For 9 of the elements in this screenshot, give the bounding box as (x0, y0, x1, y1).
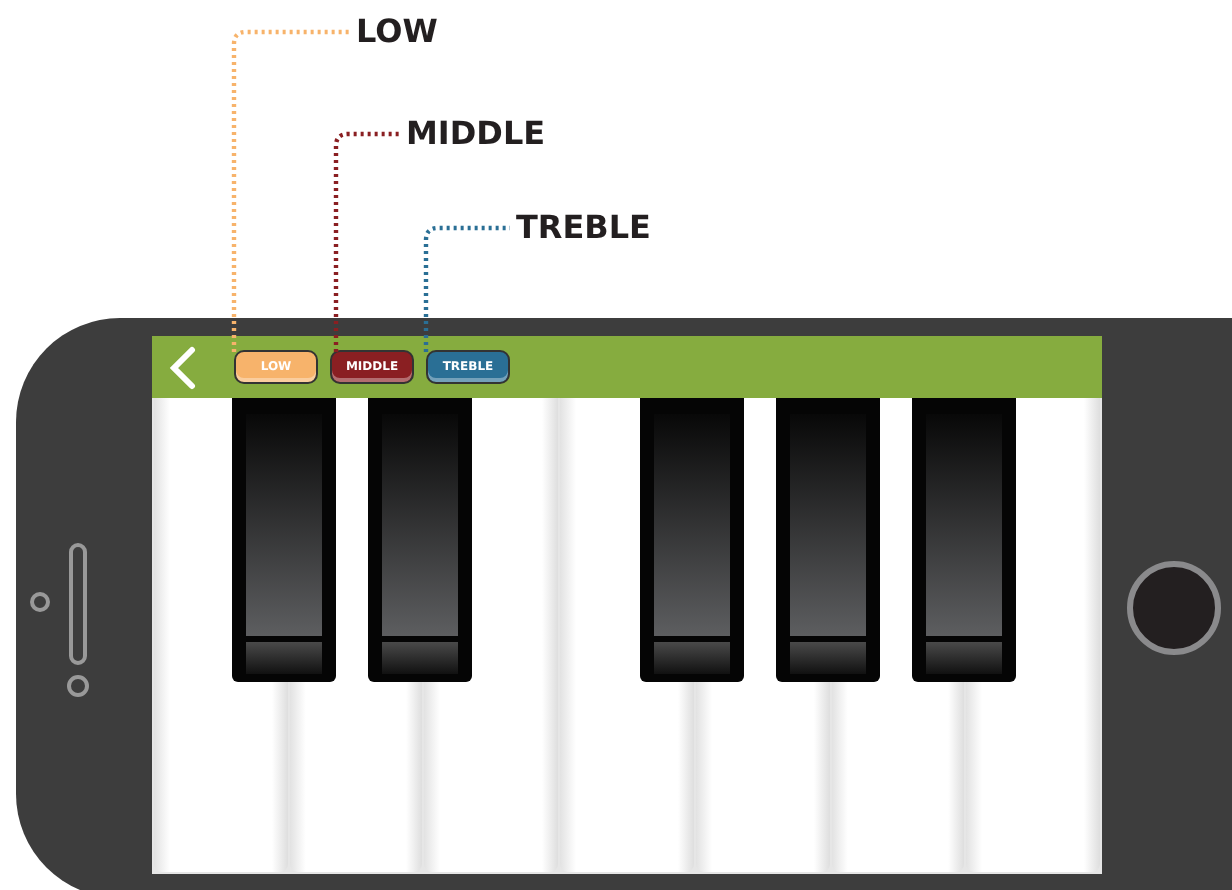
callout-label: TREBLE (516, 208, 651, 246)
speaker-slot-icon (68, 542, 88, 666)
callout-label: MIDDLE (406, 114, 546, 152)
callout-label: LOW (356, 12, 438, 50)
camera-icon (28, 590, 52, 614)
leader-line (423, 225, 510, 352)
sensor-icon (66, 674, 90, 698)
back-icon[interactable] (168, 345, 196, 389)
home-button-icon (1124, 558, 1224, 658)
